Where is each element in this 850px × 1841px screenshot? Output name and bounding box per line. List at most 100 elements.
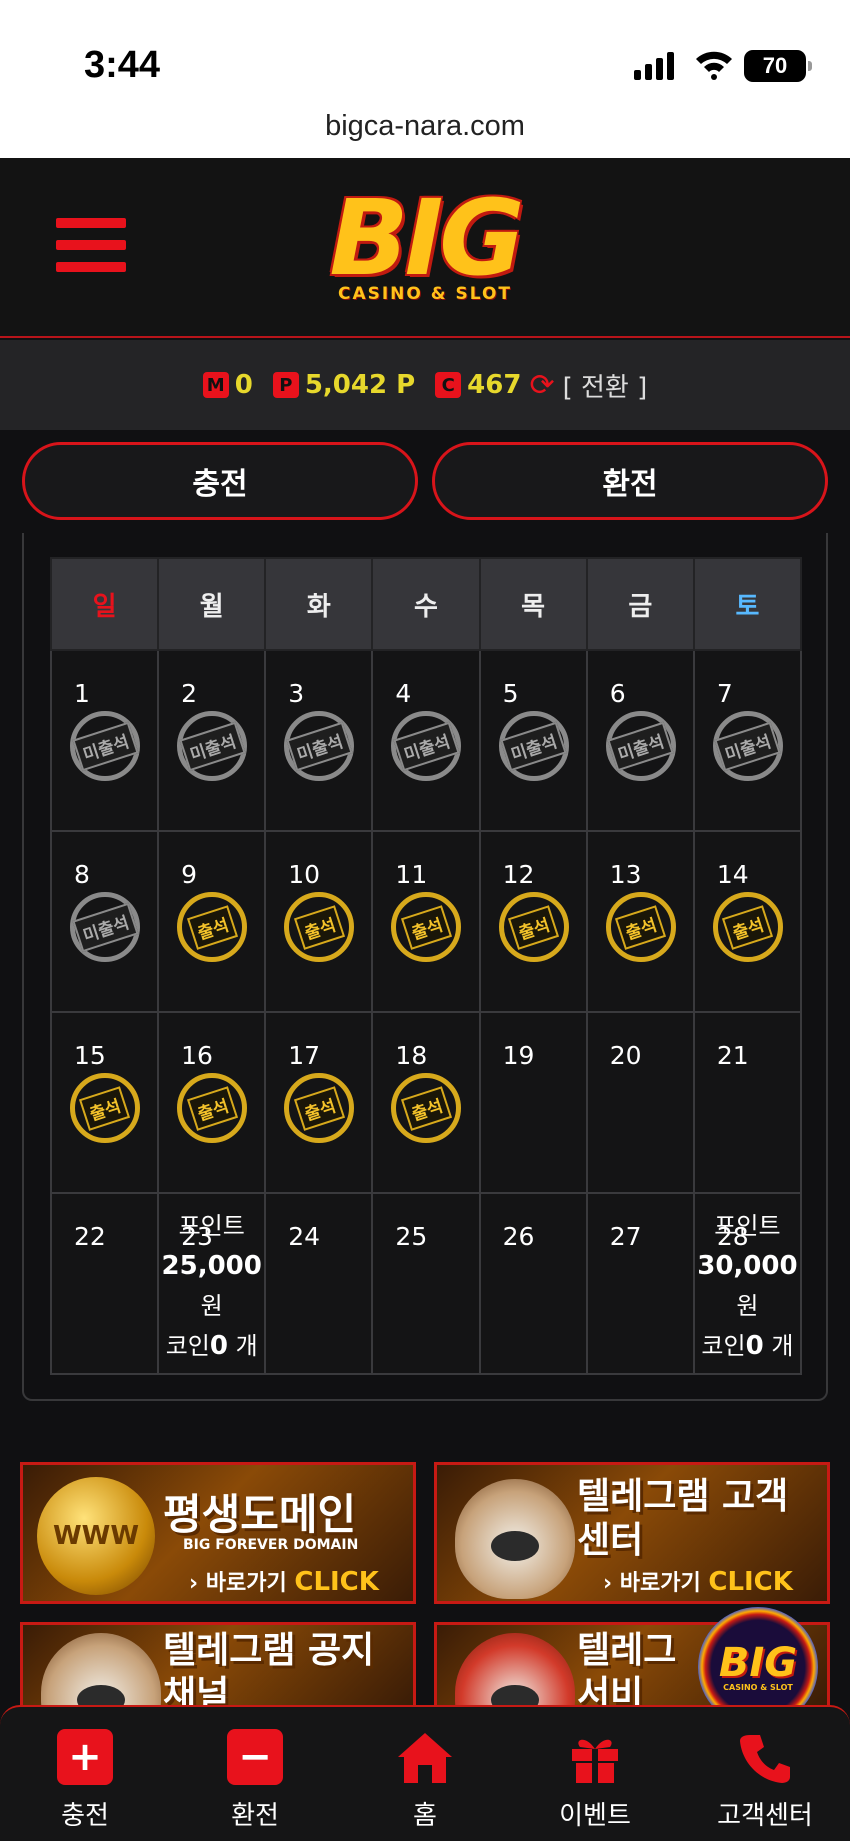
calendar-day-cell: 24: [264, 1192, 374, 1375]
calendar-day-cell: 6 미출석: [585, 649, 695, 832]
absent-stamp-icon: 미출석: [70, 711, 140, 781]
calendar-day-number: 13: [609, 860, 642, 889]
calendar-day-number: 26: [502, 1222, 535, 1251]
calendar-day-number: 11: [395, 860, 428, 889]
bottom-navigation: + 충전 − 환전 홈 이벤트 고객센터: [0, 1705, 850, 1841]
calendar-day-number: 22: [74, 1222, 106, 1251]
calendar-day-number: 4: [395, 679, 412, 708]
signal-icon: [634, 52, 674, 80]
calendar-day-cell: 12 출석: [478, 830, 588, 1013]
money-value: 0: [234, 370, 253, 400]
attended-stamp-icon: 출석: [284, 1073, 355, 1143]
calendar-day-cell: 20: [585, 1011, 695, 1194]
bulldog-mascot-icon: [41, 1633, 161, 1705]
calendar-day-cell: 포인트 25,000 원 코인0 개 23: [157, 1192, 267, 1375]
exchange-button[interactable]: 환전: [432, 442, 828, 520]
reward-coin: 코인0 개: [165, 1331, 258, 1361]
battery-indicator: 70: [744, 50, 812, 82]
calendar-day-cell: 8 미출석: [49, 830, 160, 1013]
calendar-day-number: 23: [181, 1222, 213, 1251]
wifi-icon: [696, 51, 732, 80]
attended-stamp-icon: 출석: [284, 892, 355, 962]
calendar-day-cell: 18 출석: [371, 1011, 481, 1194]
bulldog-mascot-icon: [455, 1633, 575, 1705]
point-badge-icon: P: [272, 372, 299, 398]
absent-stamp-icon: 미출석: [712, 711, 783, 781]
reward-amount: 25,000: [161, 1251, 262, 1281]
absent-stamp-icon: 미출석: [391, 711, 462, 781]
phone-icon: [740, 1735, 790, 1783]
charge-button[interactable]: 충전: [22, 442, 418, 520]
calendar-day-cell: 5 미출석: [478, 649, 588, 832]
nav-charge[interactable]: + 충전: [0, 1707, 170, 1841]
telegram-support-banner[interactable]: 텔레그램 고객센터 › 바로가기 CLICK: [434, 1462, 830, 1604]
calendar-day-cell: 9 출석: [157, 830, 267, 1013]
forever-domain-banner[interactable]: WWW 평생도메인 BIG FOREVER DOMAIN › 바로가기 CLIC…: [20, 1462, 416, 1604]
calendar-week: 22 포인트 25,000 원 코인0 개 23 24 25 26 27 포인트 30,000 원 코인0…: [49, 1192, 803, 1375]
plus-icon: +: [57, 1729, 113, 1785]
banner-title: 텔레그 서비: [577, 1630, 677, 1708]
ios-status-bar: 3:44 70 bigca-nara.com: [0, 0, 850, 158]
nav-support[interactable]: 고객센터: [680, 1707, 850, 1841]
calendar-day-cell: 포인트 30,000 원 코인0 개 28: [692, 1192, 803, 1375]
calendar-day-number: 25: [395, 1222, 428, 1251]
nav-event[interactable]: 이벤트: [510, 1707, 680, 1841]
site-header: BIG CASINO & SLOT: [0, 158, 850, 338]
calendar-day-cell: 25: [371, 1192, 481, 1375]
nav-home[interactable]: 홈: [340, 1707, 510, 1841]
absent-stamp-icon: 미출석: [605, 711, 676, 781]
attended-stamp-icon: 출석: [70, 1073, 140, 1143]
absent-stamp-icon: 미출석: [177, 711, 248, 781]
weekday-fri: 금: [585, 557, 695, 651]
banner-cta: › 바로가기 CLICK: [189, 1567, 379, 1597]
telegram-notice-banner[interactable]: 텔레그램 공지채널: [20, 1622, 416, 1708]
nav-label: 고객센터: [717, 1801, 813, 1831]
calendar-day-cell: 19: [478, 1011, 588, 1194]
calendar-day-number: 9: [181, 860, 198, 889]
site-logo[interactable]: BIG CASINO & SLOT: [292, 178, 558, 318]
calendar-day-cell: 26: [478, 1192, 588, 1375]
calendar-day-cell: 10 출석: [264, 830, 374, 1013]
calendar-day-cell: 11 출석: [371, 830, 481, 1013]
reward-coin: 코인0 개: [701, 1331, 794, 1361]
calendar-day-number: 3: [288, 679, 305, 708]
absent-stamp-icon: 미출석: [284, 711, 355, 781]
point-value: 5,042 P: [304, 370, 416, 400]
weekday-wed: 수: [371, 557, 481, 651]
calendar-day-cell: 2 미출석: [157, 649, 267, 832]
absent-stamp-icon: 미출석: [70, 892, 140, 962]
refresh-icon[interactable]: ⟳: [529, 368, 554, 403]
absent-stamp-icon: 미출석: [498, 711, 569, 781]
calendar-day-cell: 22: [49, 1192, 160, 1375]
money-badge-icon: M: [202, 372, 229, 398]
convert-link[interactable]: [ 전환 ]: [563, 367, 648, 404]
attended-stamp-icon: 출석: [391, 1073, 462, 1143]
calendar-week: 8 미출석 9 출석 10 출석 11 출석 12 출석 13 출석 14 출석: [49, 830, 803, 1013]
weekday-sat: 토: [692, 557, 803, 651]
banner-title: 텔레그램 공지채널: [163, 1630, 375, 1708]
calendar-day-number: 24: [288, 1222, 321, 1251]
banner-subtitle: BIG FOREVER DOMAIN: [183, 1537, 359, 1553]
menu-icon[interactable]: [56, 218, 126, 282]
reward-amount: 30,000: [697, 1251, 798, 1281]
calendar-day-cell: 1 미출석: [49, 649, 160, 832]
transaction-buttons: 충전 환전: [22, 442, 828, 520]
nav-exchange[interactable]: − 환전: [170, 1707, 340, 1841]
calendar-day-number: 15: [74, 1041, 106, 1070]
nav-label: 홈: [413, 1801, 437, 1831]
attended-stamp-icon: 출석: [498, 892, 569, 962]
calendar-day-number: 7: [716, 679, 733, 708]
reward-unit: 원: [736, 1292, 759, 1320]
coin-value: 467: [467, 370, 522, 400]
attended-stamp-icon: 출석: [177, 1073, 248, 1143]
calendar-day-number: 5: [502, 679, 519, 708]
minus-icon: −: [227, 1729, 283, 1785]
calendar-week: 15 출석 16 출석 17 출석 18 출석 19 20 21: [49, 1011, 803, 1194]
calendar-day-number: 21: [716, 1041, 749, 1070]
calendar-day-cell: 4 미출석: [371, 649, 481, 832]
calendar-day-number: 19: [502, 1041, 535, 1070]
address-bar-url[interactable]: bigca-nara.com: [0, 110, 850, 143]
calendar-day-number: 16: [181, 1041, 213, 1070]
calendar-day-number: 2: [181, 679, 198, 708]
weekday-sun: 일: [49, 557, 160, 651]
